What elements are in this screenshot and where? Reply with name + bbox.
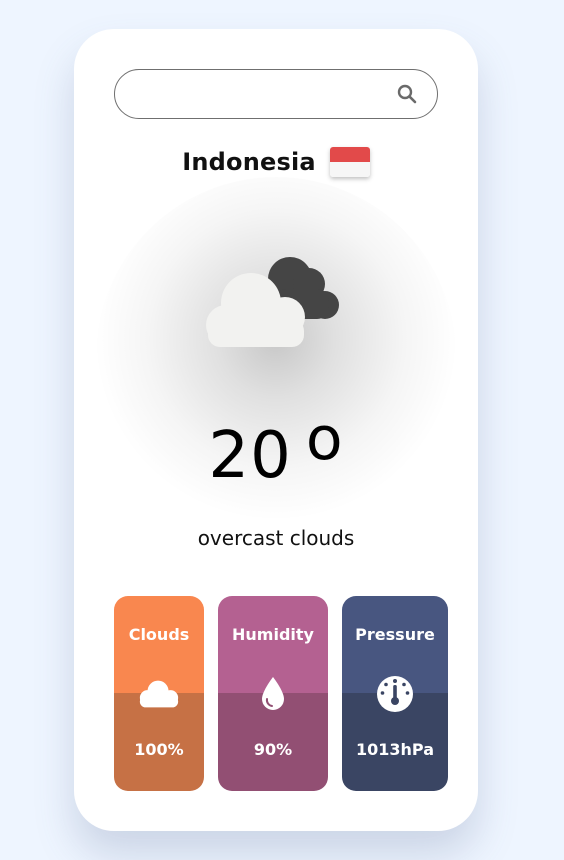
pressure-value: 1013hPa xyxy=(355,740,434,759)
temperature-value: 20 xyxy=(208,419,292,493)
overcast-clouds-icon xyxy=(196,239,356,349)
temperature: 20 o xyxy=(74,404,478,493)
weather-description: overcast clouds xyxy=(197,526,355,550)
location-name: Indonesia xyxy=(182,148,316,176)
weather-card: Indonesia 20 o overcast clouds Clouds 10… xyxy=(74,29,478,831)
water-drop-icon xyxy=(251,672,295,716)
indonesia-flag-icon xyxy=(329,147,370,177)
clouds-stat-card: Clouds 100% xyxy=(114,596,204,791)
degree-symbol: o xyxy=(305,404,344,474)
gauge-icon xyxy=(373,672,417,716)
humidity-value: 90% xyxy=(253,740,293,759)
search-icon[interactable] xyxy=(395,82,419,106)
clouds-label: Clouds xyxy=(128,625,190,644)
humidity-stat-card: Humidity 90% xyxy=(218,596,328,791)
search-bar xyxy=(114,69,438,119)
search-input[interactable] xyxy=(133,84,395,104)
pressure-stat-card: Pressure 1013hPa xyxy=(342,596,448,791)
location-header: Indonesia xyxy=(74,147,478,177)
pressure-label: Pressure xyxy=(355,625,435,644)
cloud-icon xyxy=(137,672,181,716)
clouds-value: 100% xyxy=(134,740,184,759)
humidity-label: Humidity xyxy=(232,625,314,644)
